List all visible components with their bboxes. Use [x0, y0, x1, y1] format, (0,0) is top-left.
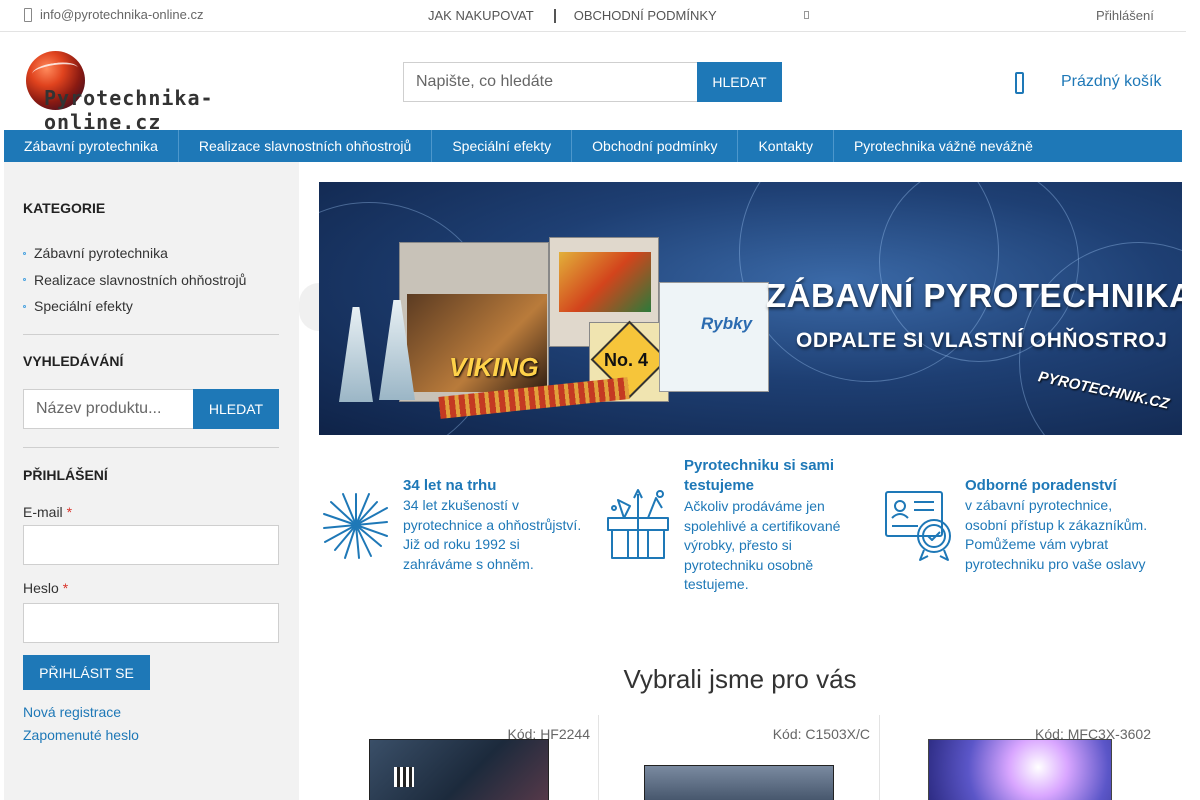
bullet-icon [23, 278, 26, 282]
feature-text-line: Pomůžeme vám vybrat [965, 536, 1109, 552]
product-image[interactable] [644, 765, 834, 800]
category-list: Zábavní pyrotechnika Realizace slavnostn… [23, 240, 246, 320]
category-label: Realizace slavnostních ohňostrojů [34, 271, 247, 288]
register-link[interactable]: Nová registrace [23, 704, 121, 720]
header-search-button[interactable]: HLEDAT [697, 62, 782, 102]
nav-item-contacts[interactable]: Kontakty [738, 130, 834, 162]
gift-box-icon [607, 489, 669, 559]
feature-text-line: spolehlivé a certifikované [684, 517, 841, 534]
nav-item-special-effects[interactable]: Speciální efekty [432, 130, 573, 162]
feature-text-line: pyrotechniku pro vaše oslavy [965, 555, 1146, 572]
cart-icon[interactable] [1015, 72, 1024, 94]
feature-title: Pyrotechniku si sami testujeme [684, 457, 835, 494]
phone-icon [24, 7, 32, 22]
top-links-divider [553, 8, 556, 23]
feature-text-line: Ačkoliv prodáváme jen [684, 498, 825, 514]
category-item[interactable]: Realizace slavnostních ohňostrojů [23, 267, 246, 294]
nav-item-pyro-serious[interactable]: Pyrotechnika vážně nevážně [834, 130, 1053, 162]
nav-item-entertainment-pyro[interactable]: Zábavní pyrotechnika [4, 130, 179, 162]
required-mark: * [66, 504, 73, 520]
sidebar-divider [23, 447, 279, 448]
category-item[interactable]: Zábavní pyrotechnika [23, 240, 246, 267]
category-item[interactable]: Speciální efekty [23, 293, 246, 320]
recommended-section-title: Vybrali jsme pro vás [623, 664, 857, 694]
categories-title: KATEGORIE [23, 200, 106, 216]
qr-code-icon [394, 767, 414, 787]
product-card[interactable]: Kód: HF2244 [319, 715, 600, 800]
forgot-password-link[interactable]: Zapomenuté heslo [23, 727, 139, 743]
category-label: Zábavní pyrotechnika [34, 245, 168, 262]
header-search: HLEDAT [403, 62, 782, 102]
feature-text-line: pyrotechnice a ohňostrůjství. [403, 516, 582, 533]
email-label: E-mail * [23, 504, 72, 520]
banner-headline: ZÁBAVNÍ PYROTECHNIKA [766, 277, 1182, 314]
feature-text-line: výrobky, přesto si [684, 537, 792, 553]
top-bar: info@pyrotechnika-online.cz JAK NAKUPOVA… [0, 0, 1186, 32]
password-label-text: Heslo [23, 580, 59, 596]
banner-box-label: VIKING [449, 352, 539, 382]
password-field[interactable] [23, 603, 279, 643]
feature-text: v zábavní pyrotechnice, osobní přístup k… [965, 496, 1170, 574]
banner-box-label: Rybky [701, 314, 753, 333]
feature-text-line: zahráváme s ohněm. [403, 555, 534, 572]
contact-email[interactable]: info@pyrotechnika-online.cz [24, 7, 204, 22]
password-label: Heslo * [23, 580, 68, 596]
banner-subline: ODPALTE SI VLASTNÍ OHŇOSTROJ [796, 329, 1168, 352]
product-card[interactable]: Kód: MFC3X-3602 [880, 715, 1161, 800]
feature-advice: Odborné poradenství v zábavní pyrotechni… [884, 476, 1174, 596]
feature-text-line: 34 let zkušeností v [403, 497, 519, 513]
hero-banner[interactable]: VIKING No. 4 Rybky ZÁBAVNÍ PYROTECHNIKA … [319, 182, 1182, 435]
sidebar-divider [23, 334, 279, 335]
feature-text-line: pyrotechniku osobně [684, 556, 814, 573]
certificate-icon [885, 491, 951, 561]
email-field[interactable] [23, 525, 279, 565]
banner-box-label: No. 4 [604, 350, 649, 370]
top-link-how-to-buy[interactable]: JAK NAKUPOVAT [428, 8, 534, 23]
product-card[interactable]: Kód: C1503X/C [599, 715, 880, 800]
sidebar-search: HLEDAT [23, 389, 279, 429]
sidebar: KATEGORIE Zábavní pyrotechnika Realizace… [4, 162, 299, 800]
feature-text-line: testujeme. [684, 576, 749, 592]
page: info@pyrotechnika-online.cz JAK NAKUPOVA… [0, 0, 1200, 800]
banner-box-art [559, 252, 651, 312]
top-link-terms[interactable]: OBCHODNÍ PODMÍNKY [574, 8, 717, 23]
nav-item-terms[interactable]: Obchodní podmínky [572, 130, 739, 162]
logo-text: Pyrotechnika-online.cz [44, 86, 214, 134]
feature-text: Ačkoliv prodáváme jen spolehlivé a certi… [684, 497, 870, 595]
feature-text-line: osobní přístup k zákazníkům. [965, 516, 1148, 533]
site-logo[interactable]: Pyrotechnika-online.cz [26, 50, 321, 134]
login-title: PŘIHLÁŠENÍ [23, 467, 108, 483]
feature-testing: Pyrotechniku si sami testujeme Ačkoliv p… [604, 456, 874, 596]
header-search-input[interactable] [403, 62, 697, 102]
search-title: VYHLEDÁVÁNÍ [23, 353, 124, 369]
required-mark: * [62, 580, 69, 596]
feature-experience: 34 let na trhu 34 let zkušeností v pyrot… [319, 466, 589, 596]
nav-item-fireworks-shows[interactable]: Realizace slavnostních ohňostrojů [179, 130, 433, 162]
product-image[interactable] [928, 739, 1112, 800]
product-code: Kód: C1503X/C [772, 726, 870, 742]
feature-title: Odborné poradenství [965, 477, 1117, 494]
banner-box [659, 282, 769, 392]
login-link[interactable]: Přihlášení [1096, 8, 1154, 23]
sidebar-search-input[interactable] [23, 389, 193, 429]
top-links: JAK NAKUPOVAT OBCHODNÍ PODMÍNKY [428, 8, 717, 23]
small-icon [804, 11, 809, 19]
fireworks-burst-icon [323, 493, 388, 559]
feature-text-line: Již od roku 1992 si [403, 536, 520, 552]
slider-prev-arrow[interactable] [299, 283, 319, 331]
feature-text-line: v zábavní pyrotechnice, [965, 497, 1113, 513]
bullet-icon [23, 251, 26, 255]
email-label-text: E-mail [23, 504, 63, 520]
feature-title: 34 let na trhu [403, 477, 497, 494]
bullet-icon [23, 304, 26, 308]
main-nav: Zábavní pyrotechnika Realizace slavnostn… [4, 130, 1182, 162]
contact-email-text: info@pyrotechnika-online.cz [40, 7, 204, 22]
sidebar-search-button[interactable]: HLEDAT [193, 389, 279, 429]
cart-link[interactable]: Prázdný košík [1061, 73, 1161, 91]
category-label: Speciální efekty [34, 298, 133, 315]
feature-text: 34 let zkušeností v pyrotechnice a ohňos… [403, 496, 593, 574]
login-button[interactable]: PŘIHLÁSIT SE [23, 655, 150, 690]
